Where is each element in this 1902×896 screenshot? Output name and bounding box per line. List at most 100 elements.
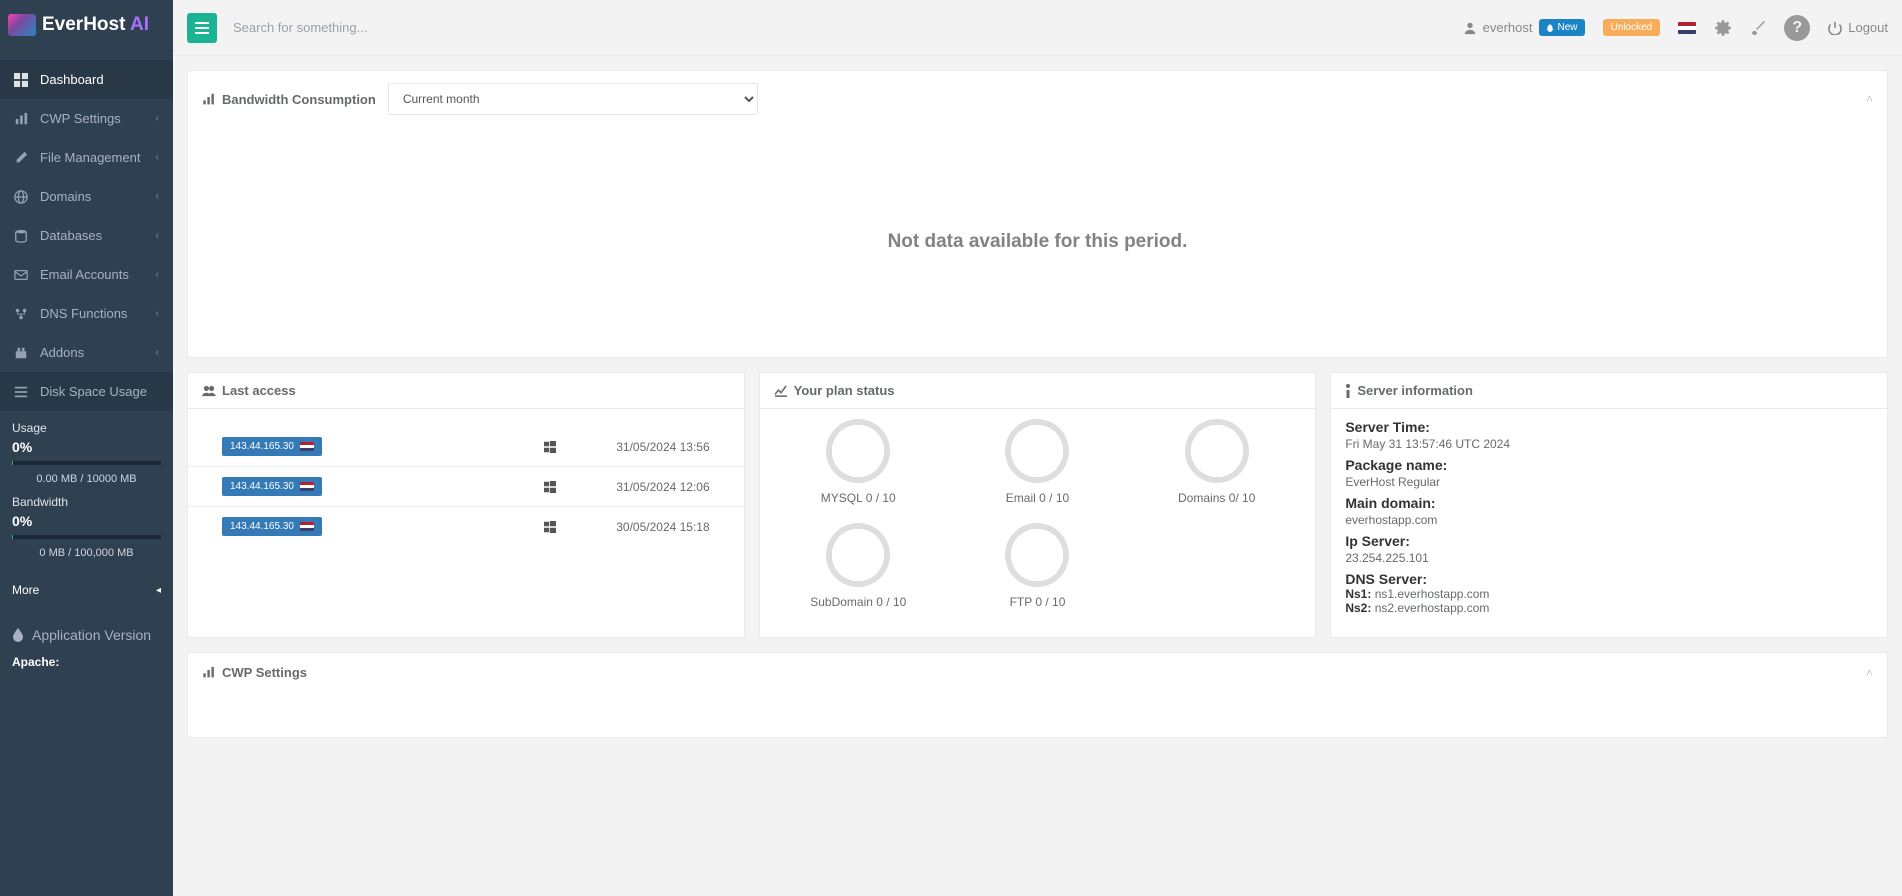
nav-label: Domains — [40, 189, 91, 204]
server-info-body: Server Time: Fri May 31 13:57:46 UTC 202… — [1331, 409, 1887, 637]
search-input[interactable] — [229, 12, 529, 43]
chevron-left-icon: ◂ — [156, 585, 161, 596]
cwp-settings-panel: CWP Settings ˄ — [187, 652, 1888, 738]
ns1-label: Ns1: — [1345, 587, 1371, 601]
main-area: everhost New Unlocked ? Logout — [173, 0, 1902, 766]
nav-databases[interactable]: Databases ‹ — [0, 216, 173, 255]
sidebar-nav: Dashboard CWP Settings ‹ File Management… — [0, 60, 173, 411]
plan-status-header: Your plan status — [760, 373, 1316, 409]
ip-badge[interactable]: 143.44.165.30 — [222, 517, 322, 536]
bandwidth-panel: Bandwidth Consumption Current month ˄ No… — [187, 70, 1888, 358]
bandwidth-progress-bar — [12, 535, 161, 539]
search-container — [229, 12, 1463, 43]
brand-name: EverHost AI — [42, 14, 149, 36]
plan-item-label: Email 0 / 10 — [953, 491, 1122, 505]
bandwidth-title-text: Bandwidth Consumption — [222, 92, 376, 107]
nav-email-accounts[interactable]: Email Accounts ‹ — [0, 255, 173, 294]
nav-dns-functions[interactable]: DNS Functions ‹ — [0, 294, 173, 333]
chevron-up-icon[interactable]: ˄ — [1866, 92, 1873, 106]
drop-icon — [12, 628, 24, 642]
chevron-left-icon: ‹ — [156, 230, 159, 241]
server-info-card: Server information Server Time: Fri May … — [1330, 372, 1888, 638]
sidebar: EverHost AI Dashboard CWP Settings ‹ Fil… — [0, 0, 173, 896]
cwp-settings-body — [188, 692, 1887, 737]
nav-domains[interactable]: Domains ‹ — [0, 177, 173, 216]
bandwidth-title: Bandwidth Consumption — [202, 92, 376, 107]
line-chart-icon — [774, 385, 788, 397]
last-access-card: Last access 143.44.165.30 31/05/2024 13:… — [187, 372, 745, 638]
nav-dashboard[interactable]: Dashboard — [0, 60, 173, 99]
ip-badge[interactable]: 143.44.165.30 — [222, 477, 322, 496]
chart-icon — [202, 93, 216, 106]
help-icon[interactable]: ? — [1784, 15, 1810, 41]
nav-label: Disk Space Usage — [40, 384, 147, 399]
nav-disk-space[interactable]: Disk Space Usage — [0, 372, 173, 411]
domain-label: Main domain: — [1345, 495, 1873, 511]
windows-icon — [544, 441, 556, 453]
topbar-right: everhost New Unlocked ? Logout — [1463, 15, 1888, 41]
chevron-up-icon[interactable]: ˄ — [1866, 666, 1873, 680]
date-value: 30/05/2024 15:18 — [616, 520, 709, 534]
date-value: 31/05/2024 12:06 — [616, 480, 709, 494]
server-info-header: Server information — [1331, 373, 1887, 409]
users-icon — [202, 385, 216, 397]
user-chunk[interactable]: everhost New — [1463, 19, 1585, 36]
ip-value: 143.44.165.30 — [230, 521, 294, 532]
flag-icon[interactable] — [1678, 22, 1696, 34]
usage-widget: Usage 0% 0.00 MB / 10000 MB Bandwidth 0%… — [0, 411, 173, 573]
content: Bandwidth Consumption Current month ˄ No… — [173, 56, 1902, 766]
new-badge[interactable]: New — [1539, 19, 1585, 36]
ip-value: 23.254.225.101 — [1345, 551, 1873, 565]
donut-chart — [826, 419, 890, 483]
bandwidth-detail: 0 MB / 100,000 MB — [12, 547, 161, 559]
nav-label: Addons — [40, 345, 84, 360]
dns-icon — [14, 307, 30, 321]
last-access-header: Last access — [188, 373, 744, 409]
chart-icon — [202, 666, 216, 679]
ip-badge[interactable]: 143.44.165.30 — [222, 437, 322, 456]
table-row: 143.44.165.30 30/05/2024 15:18 — [188, 507, 744, 546]
nav-addons[interactable]: Addons ‹ — [0, 333, 173, 372]
brush-icon[interactable] — [1750, 20, 1766, 36]
nav-label: CWP Settings — [40, 111, 121, 126]
apache-label: Apache: — [12, 655, 59, 669]
plan-item-subdomain: SubDomain 0 / 10 — [774, 523, 943, 609]
app-version-title: Application Version — [32, 627, 151, 643]
nav-cwp-settings[interactable]: CWP Settings ‹ — [0, 99, 173, 138]
table-row: 143.44.165.30 31/05/2024 13:56 — [188, 427, 744, 467]
plan-item-label: Domains 0/ 10 — [1132, 491, 1301, 505]
windows-icon — [544, 481, 556, 493]
plan-item-label: SubDomain 0 / 10 — [774, 595, 943, 609]
server-time-value: Fri May 31 13:57:46 UTC 2024 — [1345, 437, 1873, 451]
globe-icon — [14, 190, 30, 204]
plan-item-ftp: FTP 0 / 10 — [953, 523, 1122, 609]
nav-label: Email Accounts — [40, 267, 129, 282]
nav-file-management[interactable]: File Management ‹ — [0, 138, 173, 177]
period-select[interactable]: Current month — [388, 83, 758, 115]
apache-version-row: Apache: — [0, 653, 173, 687]
usage-progress-bar — [12, 461, 161, 465]
dashboard-row: Last access 143.44.165.30 31/05/2024 13:… — [187, 372, 1888, 638]
chevron-left-icon: ‹ — [156, 269, 159, 280]
plan-item-label: MYSQL 0 / 10 — [774, 491, 943, 505]
plan-status-title: Your plan status — [794, 383, 895, 398]
last-access-title: Last access — [222, 383, 296, 398]
unlocked-badge[interactable]: Unlocked — [1603, 19, 1661, 36]
nav-label: File Management — [40, 150, 140, 165]
logout-button[interactable]: Logout — [1828, 20, 1888, 35]
brand-name-a: EverHost — [42, 14, 125, 35]
flag-icon — [300, 442, 314, 451]
gear-icon[interactable] — [1714, 19, 1732, 37]
ip-value: 143.44.165.30 — [230, 481, 294, 492]
flag-icon — [300, 482, 314, 491]
username-label: everhost — [1483, 20, 1533, 35]
donut-chart — [1185, 419, 1249, 483]
menu-toggle-button[interactable] — [187, 13, 217, 43]
plan-item-mysql: MYSQL 0 / 10 — [774, 419, 943, 505]
sidebar-more[interactable]: More ◂ — [0, 573, 173, 607]
flag-icon — [300, 522, 314, 531]
server-time-label: Server Time: — [1345, 419, 1873, 435]
bandwidth-percent: 0% — [12, 513, 161, 529]
brand-name-b: AI — [125, 14, 149, 35]
usage-detail: 0.00 MB / 10000 MB — [12, 473, 161, 485]
